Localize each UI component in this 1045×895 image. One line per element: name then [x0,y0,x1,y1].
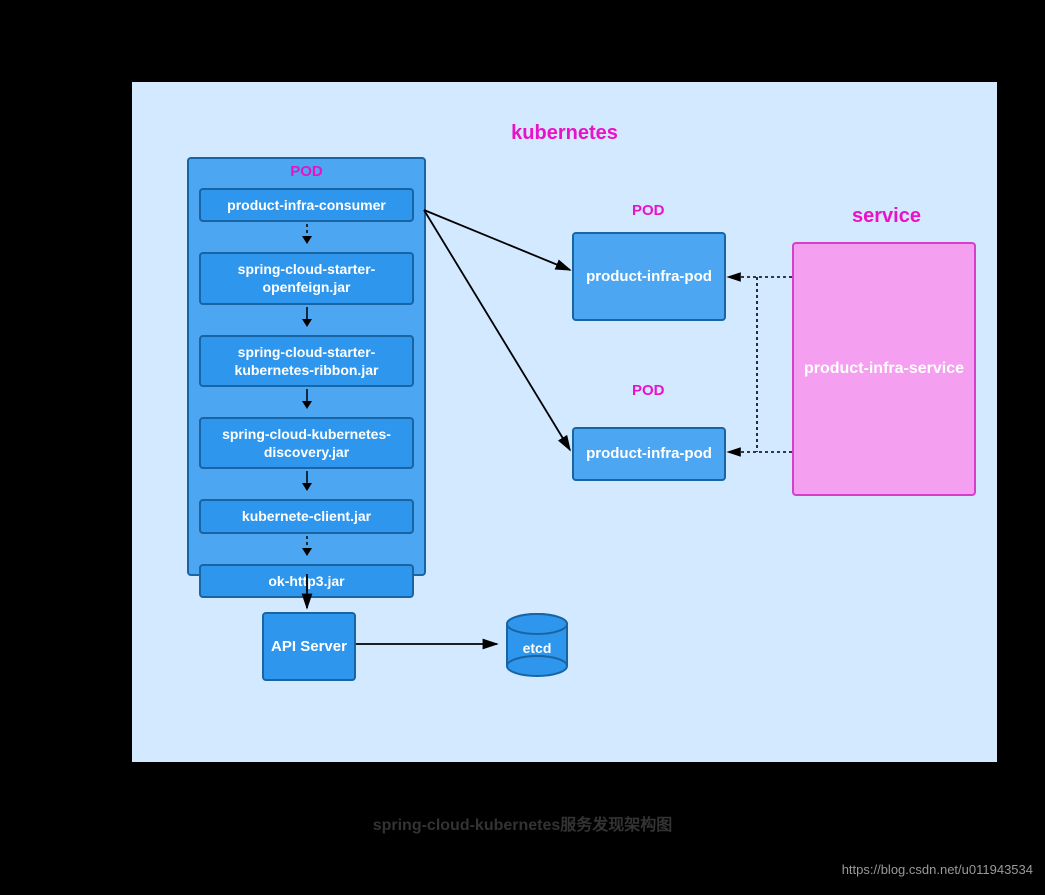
arrow-icon [189,471,424,491]
arrow-icon [189,536,424,556]
pod-label-1: POD [632,202,665,219]
kubernetes-title: kubernetes [511,122,618,145]
etcd-cylinder: etcd [502,612,572,687]
product-infra-pod-2: product-infra-pod [572,427,726,481]
okhttp-box: ok-http3.jar [199,564,414,598]
pod-container-main: POD product-infra-consumer spring-cloud-… [187,157,426,576]
consumer-box: product-infra-consumer [199,188,414,222]
api-server-box: API Server [262,612,356,681]
service-box: product-infra-service [792,242,976,496]
discovery-box: spring-cloud-kubernetes-discovery.jar [199,417,414,469]
service-label: service [852,205,921,228]
kubernetes-container: kubernetes POD product-infra-consumer sp… [130,80,999,764]
arrow-icon [189,389,424,409]
product-infra-pod-1: product-infra-pod [572,232,726,321]
client-box: kubernete-client.jar [199,499,414,533]
arrow-icon [189,224,424,244]
arrow-icon [189,307,424,327]
etcd-label: etcd [502,640,572,656]
ribbon-box: spring-cloud-starter-kubernetes-ribbon.j… [199,335,414,387]
diagram-caption: spring-cloud-kubernetes服务发现架构图 [373,811,673,835]
pod-label-2: POD [632,382,665,399]
watermark: https://blog.csdn.net/u011943534 [842,862,1033,877]
pod-container-label: POD [189,163,424,180]
openfeign-box: spring-cloud-starter-openfeign.jar [199,252,414,304]
